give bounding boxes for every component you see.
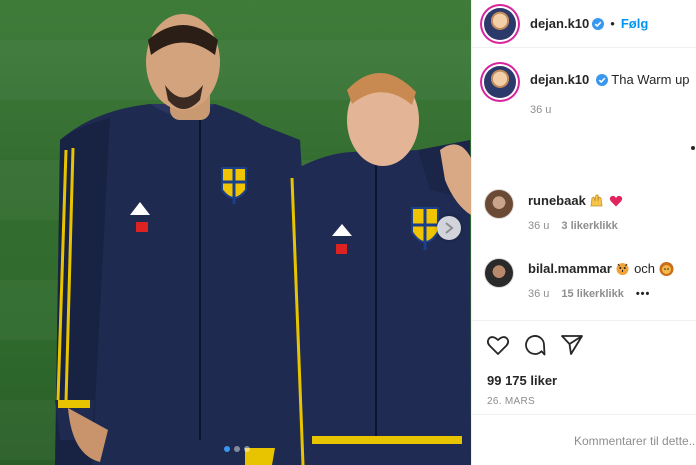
post-side-panel: dejan.k10 • Følg dejan.k10 Tha Warm up 3…	[471, 0, 696, 465]
caption-row: dejan.k10 Tha Warm up 36 u	[484, 66, 690, 118]
caption-author-avatar[interactable]	[484, 66, 516, 98]
post-header: dejan.k10 • Følg	[472, 0, 696, 48]
lion-face-emoji-icon	[659, 262, 674, 276]
red-heart-emoji-icon	[609, 195, 623, 207]
tiger-face-emoji-icon	[616, 263, 629, 275]
caption-timestamp[interactable]: 36 u	[530, 102, 551, 118]
comment-username[interactable]: runebaak	[528, 193, 586, 208]
left-player	[55, 14, 320, 465]
comment-item: bilal.mammar och 36 u 15 likerklikk •••	[484, 258, 674, 302]
chevron-right-icon	[445, 222, 454, 234]
comment-like-count[interactable]: 15 likerklikk	[561, 286, 623, 302]
add-comment-input[interactable]	[574, 434, 696, 448]
comment-text-mid: och	[634, 261, 656, 276]
carousel-dot-active	[224, 446, 230, 452]
comment-timestamp[interactable]: 36 u	[528, 286, 549, 302]
post-actions	[486, 333, 584, 357]
verified-badge-icon	[592, 17, 605, 30]
carousel-dot	[234, 446, 240, 452]
author-username[interactable]: dejan.k10	[530, 16, 589, 31]
post-like-count[interactable]: 99 175 liker	[487, 373, 557, 388]
comment-bubble-icon[interactable]	[523, 333, 547, 357]
comment-item: runebaak 36 u 3 likerklikk	[484, 189, 623, 234]
caption-text: Tha Warm up	[611, 72, 690, 87]
post-photo[interactable]	[0, 0, 471, 465]
comment-like-count[interactable]: 3 likerklikk	[561, 218, 617, 234]
raising-hands-emoji-icon	[590, 194, 603, 207]
comment-meta: 36 u 15 likerklikk •••	[528, 286, 674, 302]
caption-body: dejan.k10 Tha Warm up 36 u	[530, 72, 690, 118]
heart-like-icon[interactable]	[486, 333, 510, 357]
comment-more-options-button[interactable]: •••	[636, 286, 651, 302]
share-send-icon[interactable]	[560, 333, 584, 357]
comment-body: runebaak 36 u 3 likerklikk	[528, 192, 623, 234]
carousel-indicator	[224, 446, 250, 452]
carousel-next-button[interactable]	[437, 216, 461, 240]
comment-body: bilal.mammar och 36 u 15 likerklikk •••	[528, 261, 674, 302]
caption-meta: 36 u	[530, 102, 690, 118]
commenter-avatar[interactable]	[484, 189, 514, 219]
post-date: 26. MARS	[487, 396, 535, 407]
players-illustration	[55, 14, 471, 465]
carousel-dot	[244, 446, 250, 452]
comment-meta: 36 u 3 likerklikk	[528, 218, 623, 234]
verified-badge-icon	[595, 74, 608, 86]
comment-timestamp[interactable]: 36 u	[528, 218, 549, 234]
comment-divider	[472, 414, 696, 415]
comment-username[interactable]: bilal.mammar	[528, 261, 612, 276]
follow-button[interactable]: Følg	[621, 16, 648, 31]
caption-username[interactable]: dejan.k10	[530, 72, 589, 87]
commenter-avatar[interactable]	[484, 258, 514, 288]
author-avatar[interactable]	[484, 7, 516, 40]
scroll-edge-dot	[691, 146, 695, 150]
header-separator: •	[610, 16, 615, 31]
actions-divider	[472, 320, 696, 321]
